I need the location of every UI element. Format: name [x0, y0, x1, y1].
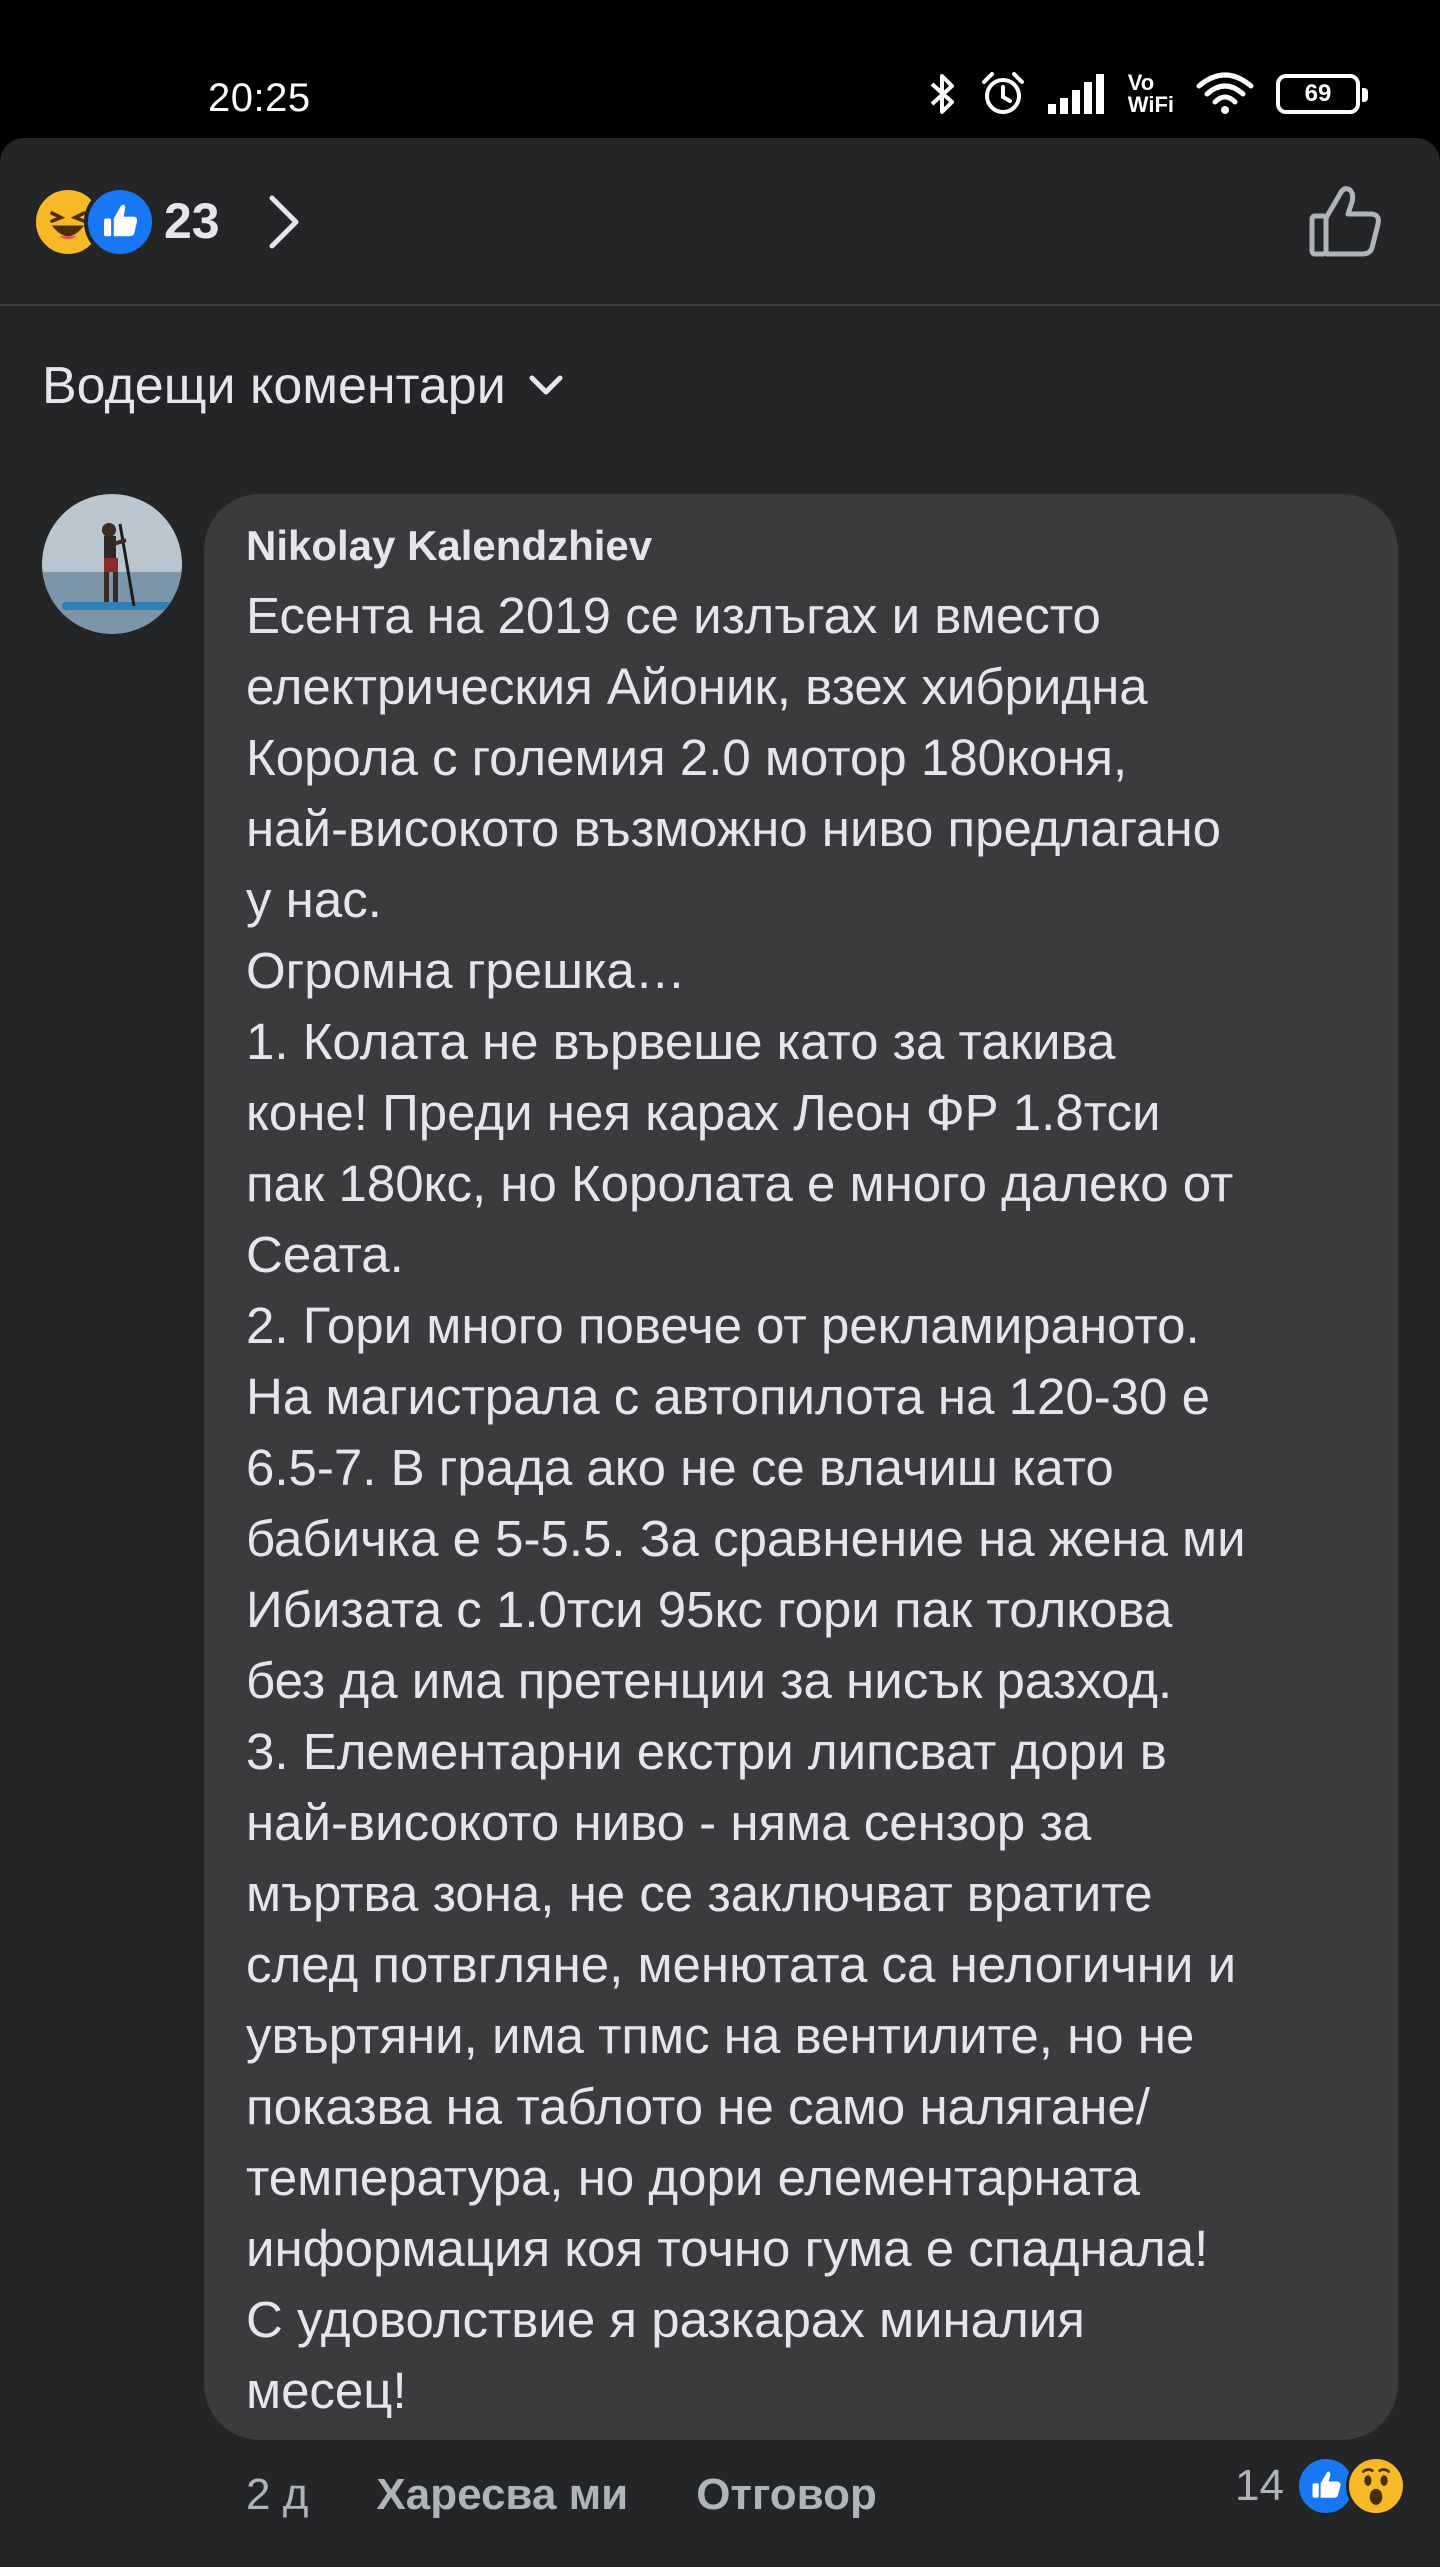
- reply-button[interactable]: Отговор: [696, 2470, 877, 2520]
- comment-filter-dropdown[interactable]: Водещи коментари: [42, 356, 564, 416]
- comment-reactions[interactable]: 14: [1235, 2456, 1406, 2516]
- reaction-icons[interactable]: [32, 186, 162, 258]
- alarm-icon: [981, 72, 1024, 114]
- filter-label: Водещи коментари: [42, 357, 506, 415]
- comment-text: Есента на 2019 се излъгах и вместо елект…: [246, 587, 1246, 2419]
- wifi-icon: [1196, 72, 1254, 114]
- battery-level: 69: [1304, 80, 1332, 107]
- signal-icon: [1047, 74, 1104, 114]
- reactions-summary-bar[interactable]: 23: [0, 138, 1440, 306]
- status-icons: Vo WiFi 69: [928, 66, 1368, 122]
- avatar[interactable]: [42, 494, 182, 634]
- battery-icon: 69: [1276, 74, 1368, 114]
- like-button[interactable]: Харесва ми: [376, 2470, 628, 2520]
- chevron-down-icon: [529, 375, 563, 395]
- comment-actions: 2 д Харесва ми Отговор: [246, 2470, 877, 2520]
- comment-age[interactable]: 2 д: [246, 2470, 308, 2520]
- status-time: 20:25: [208, 76, 311, 120]
- status-bar: 20:25 Vo WiFi 69: [0, 0, 1440, 138]
- network-top-label: Vo: [1127, 70, 1155, 95]
- reaction-count[interactable]: 23: [164, 192, 220, 250]
- comment-reaction-count[interactable]: 14: [1235, 2461, 1284, 2511]
- wow-reaction-icon: [1346, 2456, 1406, 2516]
- comments-sheet: 23 Водещи коментари Nikolay Kalendzhiev …: [0, 138, 1440, 2567]
- chevron-right-icon[interactable]: [264, 192, 304, 252]
- like-outline-icon[interactable]: [1306, 182, 1386, 262]
- comment-bubble[interactable]: Nikolay Kalendzhiev Есента на 2019 се из…: [204, 494, 1398, 2440]
- like-reaction-icon: [84, 186, 156, 258]
- bluetooth-icon: [930, 74, 954, 114]
- network-bottom-label: WiFi: [1127, 92, 1174, 117]
- volte-wifi-icon: Vo WiFi: [1128, 72, 1174, 116]
- comment-author[interactable]: Nikolay Kalendzhiev: [246, 518, 1358, 574]
